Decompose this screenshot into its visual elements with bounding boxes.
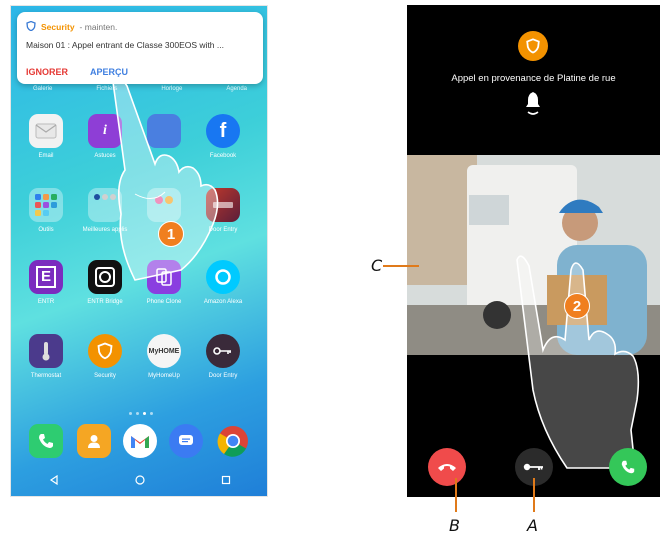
tap-hand-icon: [112, 78, 219, 281]
recents-icon[interactable]: [221, 472, 231, 490]
messages-icon: [179, 435, 193, 445]
home-icon[interactable]: [135, 472, 145, 490]
messages-app[interactable]: [169, 424, 203, 458]
security-notification[interactable]: Security - mainten. Maison 01 : Appel en…: [17, 12, 263, 84]
app-label: ENTR: [37, 299, 55, 305]
step-1-badge: 1: [158, 221, 184, 247]
email-icon: [35, 123, 57, 139]
callout-c-label: C: [371, 256, 383, 275]
page-indicator: [129, 412, 153, 415]
myhomeup-icon: MyHOME: [148, 347, 180, 355]
ignore-button[interactable]: IGNORER: [26, 67, 68, 77]
incoming-call-screen: Appel en provenance de Platine de rue 2: [407, 5, 660, 497]
app-label: Galerie: [32, 86, 53, 92]
alexa-icon: [215, 269, 231, 285]
phone-icon: [39, 434, 53, 448]
entr-app[interactable]: E: [29, 260, 63, 294]
entr-bridge-icon: [95, 267, 115, 287]
security-app[interactable]: [88, 334, 122, 368]
chrome-app[interactable]: [216, 424, 250, 458]
facebook-app[interactable]: f: [206, 114, 240, 148]
navigation-bar: [11, 464, 267, 496]
folder-icon: [94, 194, 116, 200]
gmail-icon: [131, 436, 149, 448]
app-label: Facebook: [209, 153, 237, 159]
notification-message: Maison 01 : Appel entrant de Classe 300E…: [26, 40, 224, 50]
folder-2[interactable]: [147, 188, 181, 222]
app-label: Door Entry: [208, 373, 238, 379]
back-icon[interactable]: [49, 472, 59, 490]
preview-button[interactable]: APERÇU: [90, 67, 128, 77]
phone-clone-icon: [156, 268, 172, 286]
app-label: Horloge: [161, 86, 183, 92]
callout-c-line: [383, 265, 419, 267]
callout-a-label: A: [527, 516, 538, 535]
entr-bridge-app[interactable]: [88, 260, 122, 294]
gmail-app[interactable]: [123, 424, 157, 458]
bell-icon: [525, 91, 541, 122]
door-entry-icon: [213, 202, 233, 208]
callout-b-label: B: [449, 516, 460, 535]
tools-folder-icon: [35, 194, 57, 216]
key-icon: [523, 463, 543, 471]
best-apps-folder[interactable]: [88, 188, 122, 222]
notification-app-name: Security: [41, 22, 75, 32]
courier-video-image: [407, 155, 660, 355]
answer-phone-icon: [621, 460, 635, 474]
tips-icon: i: [103, 123, 107, 138]
hang-up-button[interactable]: [428, 448, 466, 486]
contacts-app[interactable]: [77, 424, 111, 458]
security-shield-icon: [26, 20, 36, 33]
myhomeup-app[interactable]: MyHOME: [147, 334, 181, 368]
android-home-screen: Security - mainten. Maison 01 : Appel en…: [10, 5, 268, 497]
app-label: Thermostat: [30, 373, 62, 379]
app-label: Meilleures applis: [82, 227, 128, 233]
door-entry-key-app[interactable]: [206, 334, 240, 368]
security-icon: [97, 342, 113, 360]
step-2-badge: 2: [564, 293, 590, 319]
chrome-icon: [217, 426, 248, 457]
entr-icon: E: [35, 266, 56, 288]
app-label: Outils: [38, 227, 54, 233]
app-label: Agenda: [226, 86, 247, 92]
callout-a-line: [533, 478, 535, 512]
callout-b-line: [455, 478, 457, 512]
app-label: Email: [38, 153, 54, 159]
app-label: MyHomeUp: [148, 373, 180, 379]
app-label: Security: [94, 373, 116, 379]
thermostat-icon: [42, 342, 50, 361]
thermostat-app[interactable]: [29, 334, 63, 368]
answer-button[interactable]: [609, 448, 647, 486]
notification-time: - mainten.: [79, 22, 118, 32]
hang-up-icon: [438, 464, 456, 471]
app-3[interactable]: [147, 114, 181, 148]
video-feed: [407, 155, 660, 355]
facebook-icon: f: [219, 119, 227, 142]
phone-app[interactable]: [29, 424, 63, 458]
folder-icon: [155, 196, 173, 204]
app-label: Door Entry: [208, 227, 238, 233]
contacts-icon: [88, 435, 100, 448]
phone-clone-app[interactable]: [147, 260, 181, 294]
top-row-labels: Galerie Fichiers Horloge Agenda: [11, 86, 267, 92]
key-icon: [213, 347, 231, 355]
app-label: Fichiers: [96, 86, 118, 92]
app-label: Amazon Alexa: [203, 299, 243, 305]
security-icon: [518, 31, 548, 61]
email-app[interactable]: [29, 114, 63, 148]
tools-folder[interactable]: [29, 188, 63, 222]
app-label: Astuces: [94, 153, 116, 159]
door-entry-app[interactable]: [206, 188, 240, 222]
call-title: Appel en provenance de Platine de rue: [451, 73, 616, 84]
tips-app[interactable]: i: [88, 114, 122, 148]
app-label: Phone Clone: [146, 299, 182, 305]
app-label: ENTR Bridge: [87, 299, 123, 305]
alexa-app[interactable]: [206, 260, 240, 294]
